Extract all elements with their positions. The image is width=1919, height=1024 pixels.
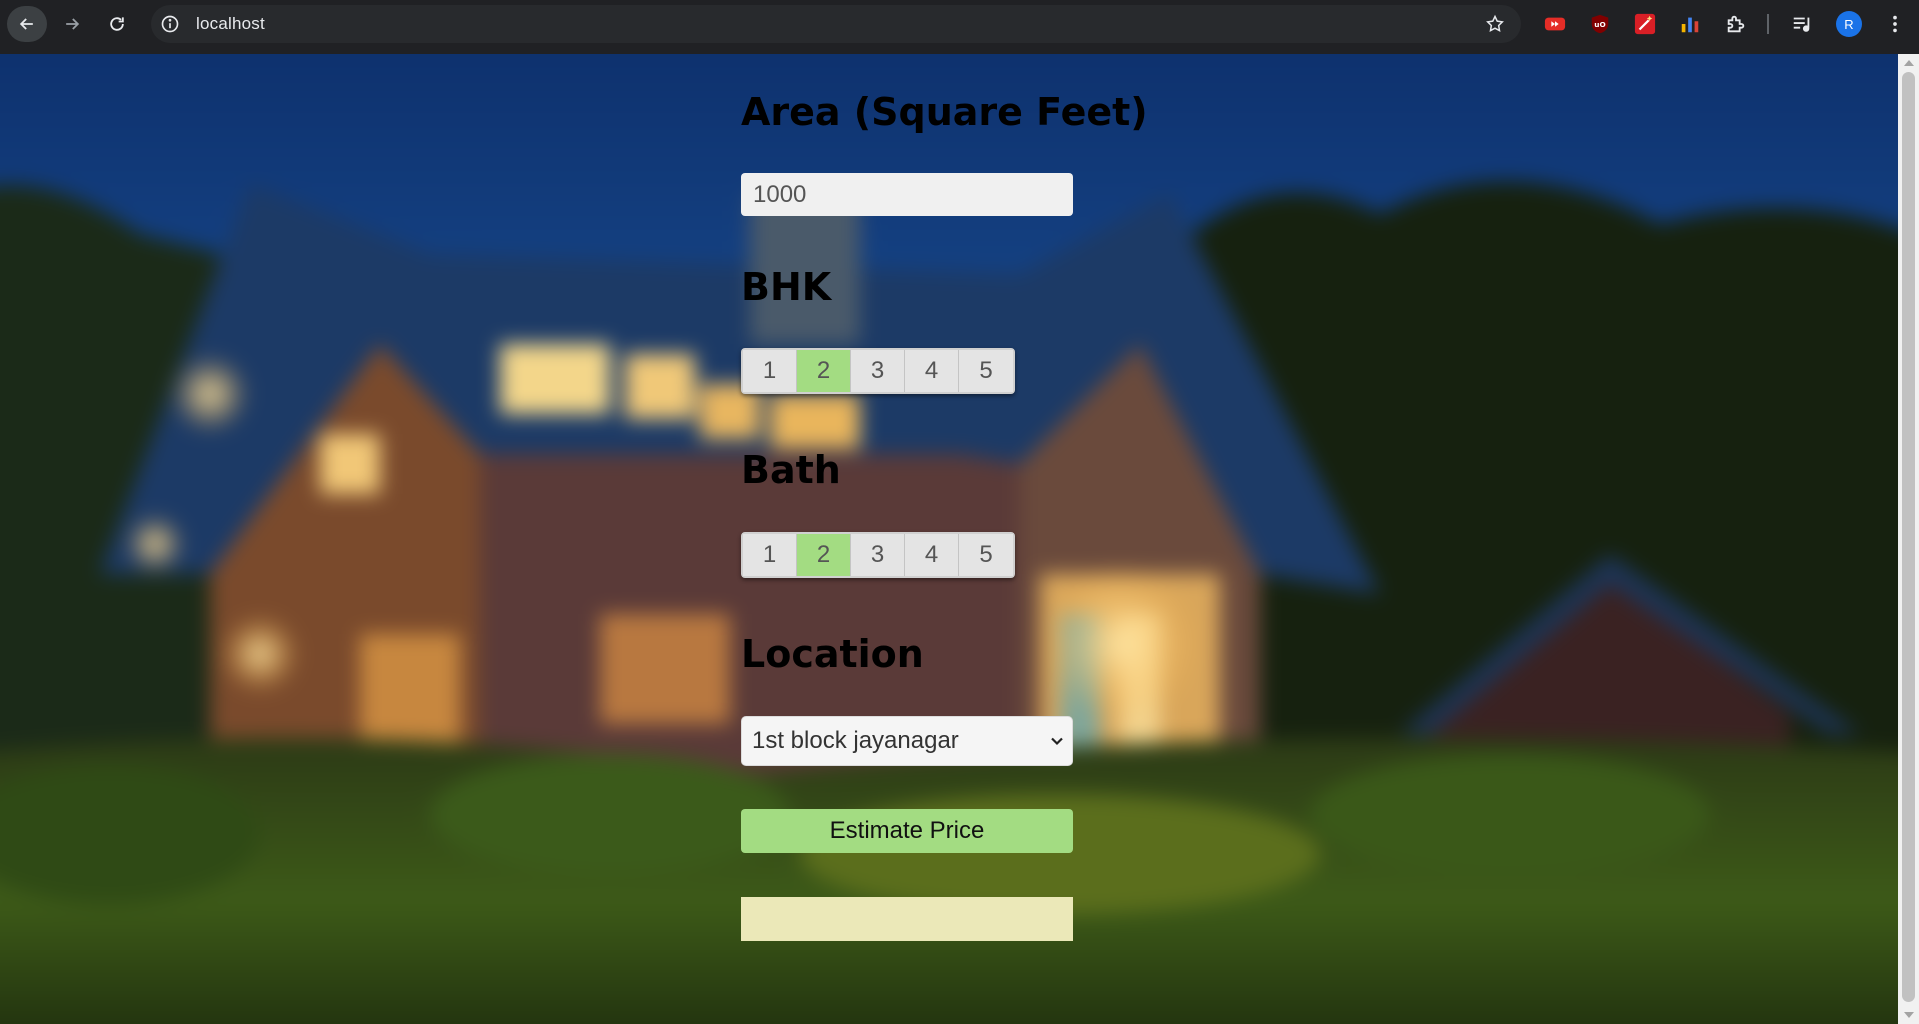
back-button[interactable] [7, 6, 47, 42]
bath-option-2[interactable]: 2 [797, 534, 851, 576]
bhk-heading: BHK [741, 265, 832, 309]
extensions-button[interactable] [1724, 12, 1748, 36]
bookmark-star-icon[interactable] [1485, 14, 1505, 34]
bhk-option-1[interactable]: 1 [743, 350, 797, 392]
scroll-down-arrow[interactable] [1904, 1012, 1914, 1018]
browser-toolbar: localhost uO R [0, 0, 1919, 50]
location-select[interactable]: 1st block jayanagar [741, 716, 1073, 766]
more-menu-button[interactable] [1883, 12, 1907, 36]
address-bar[interactable]: localhost [151, 5, 1521, 43]
bhk-option-5[interactable]: 5 [959, 350, 1013, 392]
site-info-icon[interactable] [160, 14, 180, 34]
area-input[interactable] [741, 173, 1073, 216]
page-scrollbar[interactable] [1898, 54, 1919, 1024]
profile-avatar[interactable]: R [1836, 11, 1862, 37]
chart-extension-button[interactable] [1678, 12, 1702, 36]
forward-arrow-icon [66, 18, 80, 30]
estimate-price-button[interactable]: Estimate Price [741, 809, 1073, 853]
bath-option-1[interactable]: 1 [743, 534, 797, 576]
youtube-extension-icon [1544, 17, 1566, 31]
bhk-selector: 1 2 3 4 5 [741, 348, 1015, 394]
back-arrow-icon [19, 18, 33, 30]
bath-option-5[interactable]: 5 [959, 534, 1013, 576]
more-menu-icon [1893, 15, 1897, 33]
svg-text:uO: uO [1594, 20, 1605, 29]
wand-extension-icon [1634, 13, 1656, 35]
location-selected-value: 1st block jayanagar [752, 727, 959, 754]
bath-option-4[interactable]: 4 [905, 534, 959, 576]
scroll-thumb[interactable] [1902, 72, 1915, 1002]
estimated-price-result [741, 897, 1073, 941]
youtube-extension-button[interactable] [1543, 12, 1567, 36]
bhk-option-3[interactable]: 3 [851, 350, 905, 392]
reload-icon [110, 17, 124, 31]
url-text[interactable]: localhost [196, 14, 265, 34]
wand-extension-button[interactable] [1633, 12, 1657, 36]
bhk-option-4[interactable]: 4 [905, 350, 959, 392]
ublock-extension-icon: uO [1591, 14, 1609, 34]
reload-button[interactable] [97, 6, 137, 42]
scroll-up-arrow[interactable] [1904, 60, 1914, 66]
extensions-puzzle-icon [1727, 15, 1745, 33]
toolbar-divider [1767, 14, 1769, 34]
location-heading: Location [741, 632, 924, 676]
media-control-button[interactable] [1790, 12, 1814, 36]
bath-heading: Bath [741, 448, 841, 492]
ublock-extension-button[interactable]: uO [1588, 12, 1612, 36]
bath-selector: 1 2 3 4 5 [741, 532, 1015, 578]
media-control-icon [1793, 17, 1810, 32]
area-heading: Area (Square Feet) [741, 90, 1148, 134]
bar-chart-extension-icon [1681, 17, 1699, 33]
page-viewport: Area (Square Feet) BHK 1 2 3 4 5 Bath 1 … [0, 54, 1898, 1024]
bath-option-3[interactable]: 3 [851, 534, 905, 576]
chevron-down-icon [1051, 737, 1063, 746]
bhk-option-2[interactable]: 2 [797, 350, 851, 392]
forward-button[interactable] [52, 6, 92, 42]
